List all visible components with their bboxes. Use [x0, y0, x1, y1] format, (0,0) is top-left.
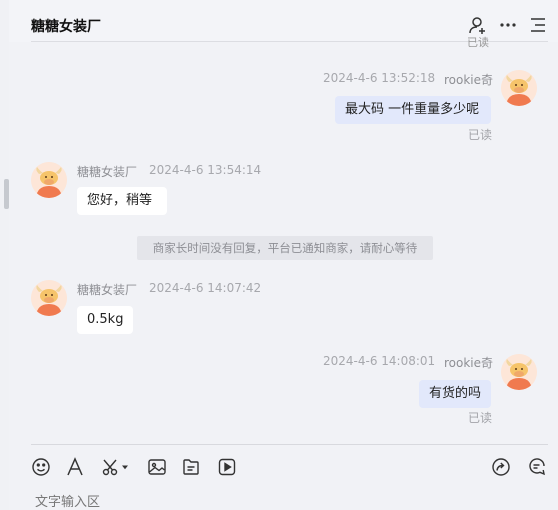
more-icon[interactable] [497, 14, 519, 36]
read-status: 已读 [468, 128, 493, 142]
bull-avatar-icon [501, 354, 537, 390]
add-contact-icon[interactable] [467, 14, 489, 36]
avatar[interactable] [31, 162, 67, 198]
screenshot-icon[interactable] [101, 456, 128, 478]
bull-avatar-icon [31, 162, 67, 198]
share-icon[interactable] [491, 456, 511, 478]
message-sender: rookie奇 [444, 356, 494, 370]
message-bubble[interactable]: 有货的吗 [419, 380, 491, 408]
message-sender: 糖糖女装厂 [77, 165, 138, 179]
chat-panel: 糖糖女装厂 已读 2024-4-6 13:52:18 rookie奇 最大码 一… [9, 0, 558, 510]
menu-icon[interactable] [527, 14, 549, 36]
avatar[interactable] [31, 280, 67, 316]
message-time: 2024-4-6 13:52:18 [323, 71, 436, 85]
read-status: 已读 [467, 36, 489, 49]
bull-avatar-icon [501, 70, 537, 106]
message-sender: rookie奇 [444, 73, 494, 87]
left-scroll-strip [0, 0, 9, 510]
message-bubble[interactable]: 最大码 一件重量多少呢 [335, 96, 491, 124]
message-bubble[interactable]: 您好，稍等 [77, 187, 167, 215]
file-icon[interactable] [181, 456, 201, 478]
emoji-icon[interactable] [31, 456, 51, 478]
message-time: 2024-4-6 14:08:01 [323, 354, 436, 368]
bull-avatar-icon [31, 280, 67, 316]
quick-reply-icon[interactable] [527, 456, 547, 478]
chat-title: 糖糖女装厂 [31, 19, 101, 35]
font-icon[interactable] [65, 456, 85, 478]
read-status: 已读 [468, 411, 493, 425]
avatar[interactable] [501, 70, 537, 106]
video-icon[interactable] [217, 456, 237, 478]
message-sender: 糖糖女装厂 [77, 283, 138, 297]
message-input[interactable]: 文字输入区 [35, 491, 100, 510]
message-time: 2024-4-6 13:54:14 [149, 163, 262, 177]
composer-divider [31, 444, 548, 445]
image-icon[interactable] [147, 456, 167, 478]
message-time: 2024-4-6 14:07:42 [149, 281, 262, 295]
message-bubble[interactable]: 0.5kg [77, 306, 133, 334]
avatar[interactable] [501, 354, 537, 390]
dropdown-arrow-icon [122, 465, 128, 470]
system-notice: 商家长时间没有回复，平台已通知商家，请耐心等待 [137, 236, 433, 260]
